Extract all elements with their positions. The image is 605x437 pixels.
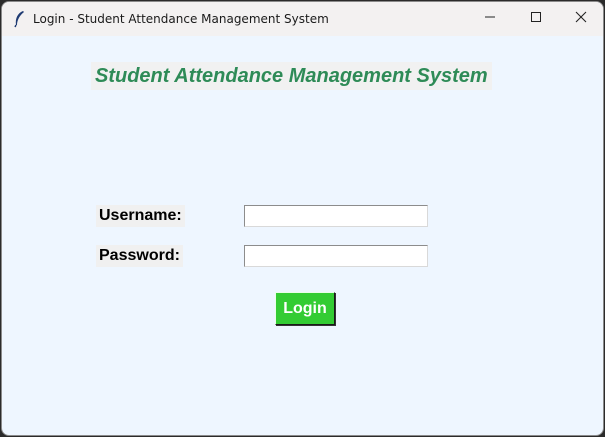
close-icon [575, 10, 587, 28]
password-label: Password: [96, 245, 183, 267]
login-window: Login - Student Attendance Management Sy… [1, 1, 604, 436]
username-label: Username: [96, 205, 185, 227]
close-button[interactable] [558, 2, 603, 36]
minimize-icon [484, 10, 496, 28]
password-input[interactable] [244, 245, 428, 267]
window-title: Login - Student Attendance Management Sy… [33, 12, 329, 26]
maximize-button[interactable] [513, 2, 559, 36]
app-heading: Student Attendance Management System [91, 62, 492, 90]
minimize-button[interactable] [467, 2, 513, 36]
maximize-icon [530, 10, 542, 28]
feather-app-icon [12, 10, 28, 28]
username-input[interactable] [244, 205, 428, 227]
login-button[interactable]: Login [275, 292, 335, 325]
title-bar[interactable]: Login - Student Attendance Management Sy… [2, 2, 603, 36]
